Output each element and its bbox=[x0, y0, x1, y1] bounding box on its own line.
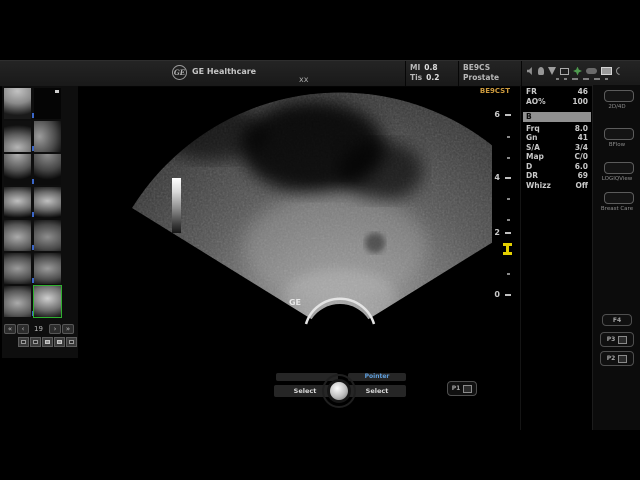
header-divider bbox=[521, 61, 522, 86]
softkey-2d4d-button[interactable] bbox=[604, 90, 634, 102]
param-row: FR46 bbox=[523, 87, 591, 97]
half-disc-icon bbox=[616, 67, 624, 75]
thumbnail[interactable] bbox=[4, 253, 31, 284]
softkey-label: Breast Care bbox=[593, 206, 640, 212]
ruler-tick bbox=[505, 114, 511, 116]
ruler-dot bbox=[507, 273, 510, 275]
ruler-dot bbox=[507, 136, 510, 138]
delete-icon[interactable] bbox=[30, 337, 41, 347]
p2-button[interactable]: P2 bbox=[600, 351, 634, 366]
ruler-dot bbox=[507, 219, 510, 221]
softkey-logiqview-button[interactable] bbox=[604, 162, 634, 174]
p1-button[interactable]: P1 bbox=[447, 381, 477, 396]
status-icon-tray bbox=[527, 66, 624, 76]
printer-icon bbox=[618, 355, 627, 363]
ultrasound-screen: GE GE Healthcare xx MI 0.8 Tis 0.2 BE9CS P… bbox=[0, 0, 640, 480]
tis-value: 0.2 bbox=[426, 73, 439, 82]
param-row: Frq8.0 bbox=[523, 124, 591, 134]
softkey-label: LOGIQView bbox=[593, 176, 640, 182]
mi-label: MI bbox=[410, 63, 420, 72]
cloud-icon bbox=[586, 68, 597, 74]
grid-view-icon[interactable] bbox=[18, 337, 29, 347]
header-divider bbox=[405, 61, 406, 86]
thumbnail[interactable] bbox=[4, 121, 31, 152]
title-bar: GE GE Healthcare xx MI 0.8 Tis 0.2 BE9CS P… bbox=[0, 60, 640, 87]
depth-label: 2 bbox=[486, 228, 500, 237]
camera-icon bbox=[463, 385, 472, 393]
first-page-button[interactable]: « bbox=[4, 324, 16, 334]
thumbnail[interactable] bbox=[34, 220, 61, 251]
param-row: Gn41 bbox=[523, 133, 591, 143]
volume-icon bbox=[527, 67, 534, 75]
mi-value: 0.8 bbox=[424, 63, 437, 72]
tis-label: Tis bbox=[410, 73, 422, 82]
f4-button[interactable]: F4 bbox=[602, 314, 632, 326]
page-number: 19 bbox=[30, 325, 47, 333]
ge-logo-icon: GE bbox=[172, 65, 187, 80]
param-row: D6.0 bbox=[523, 162, 591, 172]
prev-page-button[interactable]: ‹ bbox=[17, 324, 29, 334]
monitor-icon bbox=[560, 68, 569, 75]
thumbnail[interactable] bbox=[34, 88, 61, 119]
ruler-tick bbox=[505, 294, 511, 296]
acoustic-output-block: MI 0.8 Tis 0.2 bbox=[410, 63, 439, 83]
softkey-label: BFlow bbox=[593, 142, 640, 148]
thumbnail[interactable] bbox=[4, 88, 31, 119]
clipboard-icon bbox=[618, 336, 627, 344]
thumbnail-grid bbox=[4, 88, 61, 317]
param-row: WhizzOff bbox=[523, 181, 591, 191]
param-row: S/A3/4 bbox=[523, 143, 591, 153]
trackball-topright-slot: Pointer bbox=[348, 373, 406, 381]
softkey-column: 2D/4D BFlow LOGIQView Breast Care F4 P3 … bbox=[592, 85, 640, 430]
softkey-bflow-button[interactable] bbox=[604, 128, 634, 140]
thumbnail[interactable] bbox=[4, 187, 31, 218]
ruler-tick bbox=[505, 177, 511, 179]
thumbnail[interactable] bbox=[4, 154, 31, 185]
thumbnail[interactable] bbox=[34, 154, 61, 185]
signal-icon bbox=[548, 67, 556, 75]
trackball-right-select: Select bbox=[348, 385, 406, 397]
pointer-label: Pointer bbox=[348, 373, 406, 381]
brand-label: GE Healthcare bbox=[192, 67, 256, 76]
ruler-dot bbox=[507, 198, 510, 200]
patient-id: xx bbox=[299, 75, 308, 84]
thumbnail[interactable] bbox=[34, 187, 61, 218]
ruler-dot bbox=[507, 157, 510, 159]
save-icon[interactable] bbox=[42, 337, 53, 347]
grayscale-bar bbox=[172, 178, 181, 233]
focus-marker[interactable] bbox=[503, 243, 512, 255]
menu-dots bbox=[556, 78, 608, 80]
ruler-tick bbox=[505, 232, 511, 234]
param-row: AO%100 bbox=[523, 97, 591, 107]
image-probe-label: BE9CST bbox=[452, 87, 510, 95]
softkey-breastcare-button[interactable] bbox=[604, 192, 634, 204]
probe-preset-block: BE9CS Prostate bbox=[463, 63, 499, 83]
param-row-active-mode: B bbox=[523, 112, 591, 122]
thumbnail-selected[interactable] bbox=[34, 286, 61, 317]
param-row: DR69 bbox=[523, 171, 591, 181]
network-icon bbox=[573, 67, 582, 76]
thumbnail[interactable] bbox=[4, 286, 31, 317]
softkey-label: 2D/4D bbox=[593, 104, 640, 110]
depth-label: 4 bbox=[486, 173, 500, 182]
thumbnail[interactable] bbox=[4, 220, 31, 251]
user-icon bbox=[538, 67, 544, 75]
header-divider bbox=[458, 61, 459, 86]
param-row: MapC/0 bbox=[523, 152, 591, 162]
imaging-parameters: FR46 AO%100 B Frq8.0 Gn41 S/A3/4 MapC/0 … bbox=[523, 87, 591, 190]
panel-divider bbox=[520, 85, 521, 430]
next-page-button[interactable]: › bbox=[49, 324, 61, 334]
thumbnail[interactable] bbox=[34, 121, 61, 152]
thumbnail[interactable] bbox=[34, 253, 61, 284]
ge-orientation-mark: GE bbox=[289, 298, 301, 307]
trackball-icon bbox=[327, 379, 351, 403]
depth-label: 6 bbox=[486, 110, 500, 119]
preset-name: Prostate bbox=[463, 73, 499, 83]
p3-button[interactable]: P3 bbox=[600, 332, 634, 347]
depth-label: 0 bbox=[486, 290, 500, 299]
image-icon bbox=[601, 67, 612, 75]
probe-name: BE9CS bbox=[463, 63, 499, 73]
